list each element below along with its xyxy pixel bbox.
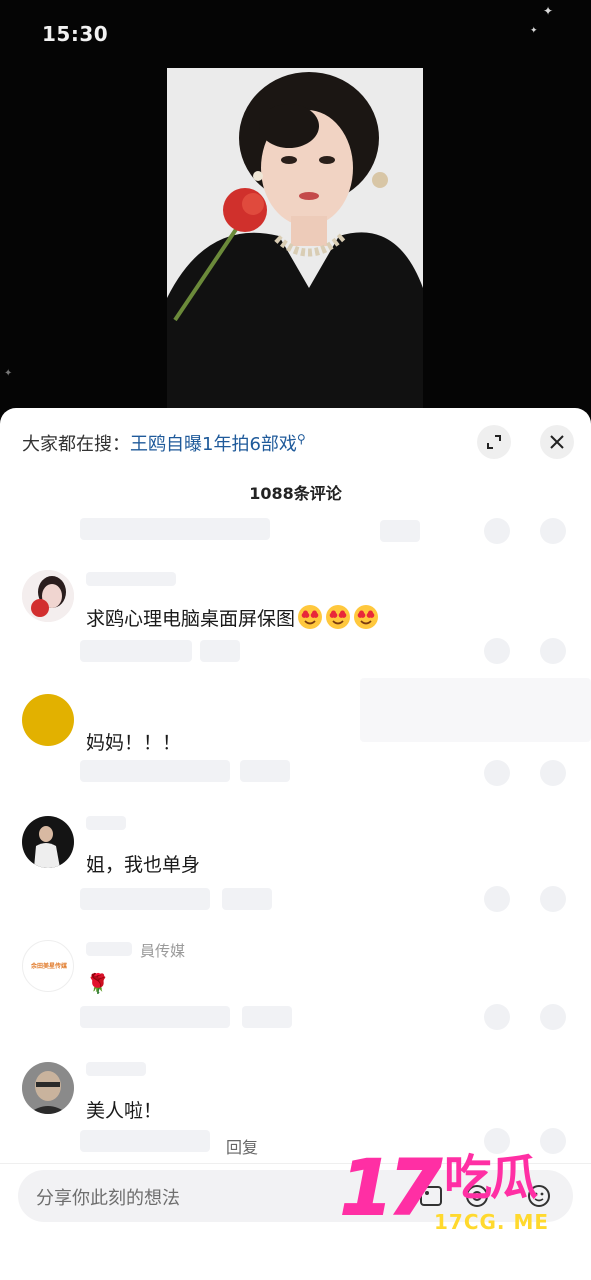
faded-icon (540, 760, 566, 786)
faded-panel (360, 678, 591, 742)
faded-row (86, 572, 176, 586)
rose-emoji-icon: 🌹 (86, 973, 110, 995)
faded-icon (540, 886, 566, 912)
faded-icon (484, 518, 510, 544)
faded-row (242, 1006, 292, 1028)
faded-row (86, 816, 126, 830)
comment-text: 求鸥心理电脑桌面屏保图 (86, 604, 379, 631)
comment-username[interactable]: 員传媒 (140, 940, 185, 961)
faded-row (86, 942, 132, 956)
video-player[interactable]: 15:30 ✦ ✦ ✦ (0, 0, 591, 430)
faded-icon (484, 638, 510, 664)
avatar[interactable] (22, 816, 74, 868)
faded-row (80, 888, 210, 910)
sparkle-icon: ✦ (530, 26, 538, 36)
close-icon (550, 435, 564, 449)
comment-text: 姐，我也单身 (86, 854, 201, 876)
expand-button[interactable] (477, 425, 511, 459)
comment-count-title: 1088条评论 (249, 484, 342, 503)
comment-input-placeholder: 分享你此刻的想法 (36, 1188, 180, 1209)
faded-row (80, 518, 270, 540)
close-button[interactable] (540, 425, 574, 459)
watermark-number: 17 (339, 1143, 443, 1232)
heart-eyes-emoji-icon (298, 605, 323, 629)
reply-button[interactable]: 回复 (226, 1134, 258, 1158)
avatar[interactable] (22, 1062, 74, 1114)
watermark-logo: 17 吃瓜 17CG. ME (339, 1143, 570, 1240)
sparkle-icon: ✦ (4, 368, 13, 379)
avatar[interactable] (22, 694, 74, 746)
search-icon: ⚲ (296, 432, 306, 446)
comment-text: 妈妈！！！ (86, 732, 182, 754)
expand-icon (487, 435, 501, 449)
search-prefix: 大家都在搜： (22, 434, 130, 455)
avatar[interactable]: 余田美星传媒 (22, 940, 74, 992)
faded-icon (540, 518, 566, 544)
faded-icon (540, 638, 566, 664)
faded-row (380, 520, 420, 542)
faded-row (200, 640, 240, 662)
watermark-text: 吃瓜 (444, 1150, 538, 1206)
trending-search-bar[interactable]: 大家都在搜：王鸥自曝1年拍6部戏⚲ (22, 430, 306, 456)
heart-eyes-emoji-icon (354, 605, 379, 629)
faded-row (240, 760, 290, 782)
faded-row (80, 760, 230, 782)
faded-icon (484, 760, 510, 786)
faded-icon (484, 886, 510, 912)
watermark-url: 17CG. ME (434, 1210, 550, 1234)
video-thumbnail-portrait (167, 68, 423, 430)
faded-row (80, 1130, 210, 1152)
faded-icon (484, 1004, 510, 1030)
avatar[interactable] (22, 570, 74, 622)
sparkle-icon: ✦ (543, 4, 554, 18)
heart-eyes-emoji-icon (326, 605, 351, 629)
comment-text: 美人啦！ (86, 1100, 163, 1122)
faded-row (86, 1062, 146, 1076)
faded-icon (540, 1004, 566, 1030)
trending-search-link[interactable]: 王鸥自曝1年拍6部戏 (130, 434, 297, 455)
faded-row (80, 640, 192, 662)
faded-row (222, 888, 272, 910)
status-time: 15:30 (42, 22, 109, 46)
faded-row (80, 1006, 230, 1028)
